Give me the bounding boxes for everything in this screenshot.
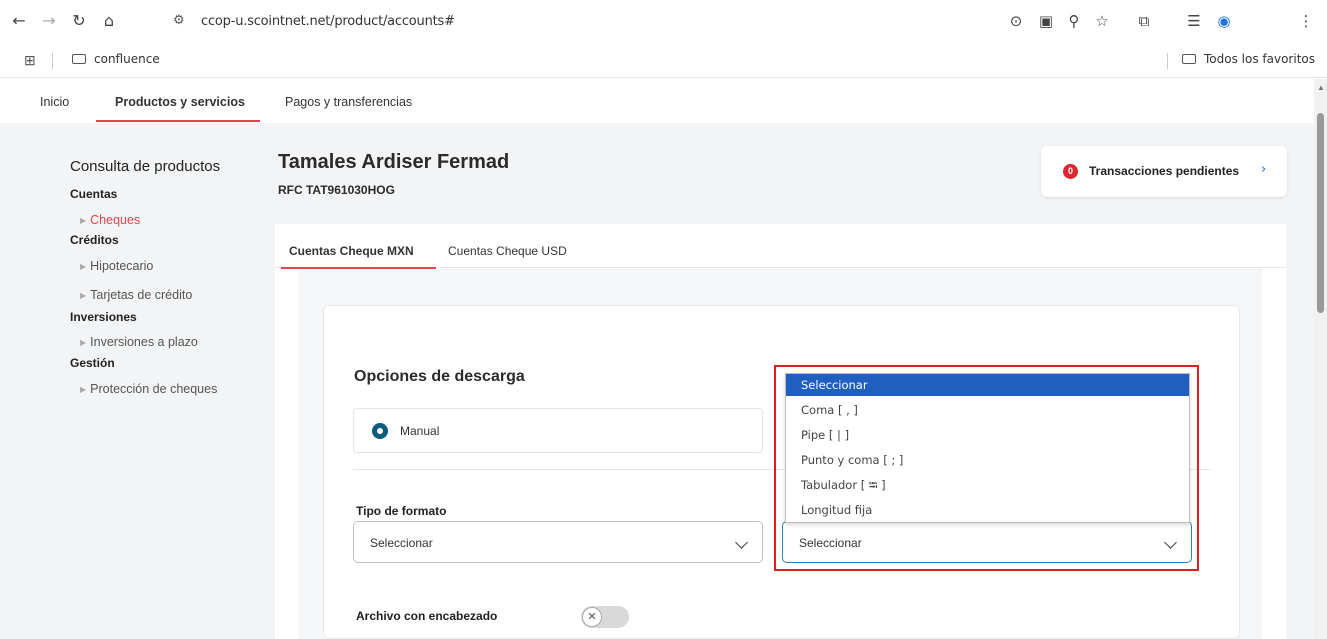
page-scrollbar[interactable]: ▲ bbox=[1314, 79, 1327, 639]
annotation-highlight-frame bbox=[774, 365, 1199, 571]
triangle-icon: ▶ bbox=[80, 338, 87, 347]
sidebar-item-label: Tarjetas de crédito bbox=[90, 288, 193, 302]
manual-radio[interactable] bbox=[372, 423, 388, 439]
bookmark-folder-confluence[interactable]: confluence bbox=[72, 52, 160, 66]
location-icon[interactable]: ⊙ bbox=[1005, 10, 1027, 32]
nav-inicio[interactable]: Inicio bbox=[40, 95, 69, 109]
zoom-icon[interactable]: ⚲ bbox=[1063, 10, 1085, 32]
triangle-icon: ▶ bbox=[80, 385, 87, 394]
sidebar-item-label: Inversiones a plazo bbox=[90, 335, 198, 349]
site-info-icon[interactable]: ⚙ bbox=[173, 13, 185, 28]
sidebar-group-inversiones: Inversiones bbox=[70, 310, 137, 324]
download-options-title: Opciones de descarga bbox=[354, 368, 525, 385]
home-icon[interactable]: ⌂ bbox=[98, 10, 120, 32]
reading-list-icon[interactable]: ☰ bbox=[1183, 10, 1205, 32]
url-text: ccop-u.scointnet.net/product/accounts# bbox=[201, 14, 455, 29]
scroll-up-icon[interactable]: ▲ bbox=[1317, 83, 1325, 92]
sidebar-item-cheques[interactable]: ▶ Cheques bbox=[80, 213, 140, 227]
format-type-label: Tipo de formato bbox=[356, 504, 447, 518]
bookmark-folder-label: confluence bbox=[94, 52, 160, 66]
forward-arrow-icon[interactable]: → bbox=[38, 10, 60, 32]
pending-transactions-button[interactable]: 0 Transacciones pendientes › bbox=[1041, 146, 1287, 197]
format-type-select[interactable]: Seleccionar bbox=[353, 521, 763, 563]
manual-option[interactable]: Manual bbox=[353, 408, 763, 453]
bookmarks-divider-right bbox=[1167, 53, 1168, 69]
apps-grid-icon[interactable]: ⊞ bbox=[24, 52, 36, 69]
triangle-icon: ▶ bbox=[80, 291, 87, 300]
account-tabs: Cuentas Cheque MXN Cuentas Cheque USD bbox=[275, 224, 1286, 269]
back-arrow-icon[interactable]: ← bbox=[8, 10, 30, 32]
bookmark-star-icon[interactable]: ☆ bbox=[1091, 10, 1113, 32]
bookmarks-divider bbox=[52, 53, 53, 69]
folder-icon bbox=[72, 54, 86, 64]
sidebar-item-label: Protección de cheques bbox=[90, 382, 218, 396]
chevron-right-icon: › bbox=[1261, 162, 1267, 177]
reload-icon[interactable]: ↻ bbox=[68, 10, 90, 32]
sidebar-item-tarjetas[interactable]: ▶ Tarjetas de crédito bbox=[80, 288, 192, 302]
triangle-icon: ▶ bbox=[80, 216, 87, 225]
all-bookmarks-folder[interactable]: Todos los favoritos bbox=[1182, 52, 1315, 66]
translate-icon[interactable]: ▣ bbox=[1035, 10, 1057, 32]
customer-name: Tamales Ardiser Fermad bbox=[278, 151, 510, 173]
top-navigation: Inicio Productos y servicios Pagos y tra… bbox=[0, 79, 1314, 123]
kebab-menu-icon[interactable]: ⋮ bbox=[1295, 10, 1317, 32]
sidebar-item-label: Cheques bbox=[90, 213, 141, 227]
file-header-label: Archivo con encabezado bbox=[356, 609, 498, 623]
browser-toolbar: ← → ↻ ⌂ ⚙ ccop-u.scointnet.net/product/a… bbox=[0, 0, 1327, 44]
format-type-value: Seleccionar bbox=[370, 536, 433, 550]
sidebar-group-cuentas: Cuentas bbox=[70, 187, 118, 201]
sidebar-item-inversiones-plazo[interactable]: ▶ Inversiones a plazo bbox=[80, 335, 198, 349]
customer-rfc: RFC TAT961030HOG bbox=[278, 183, 395, 197]
sidebar-item-proteccion-cheques[interactable]: ▶ Protección de cheques bbox=[80, 382, 217, 396]
scrollbar-thumb[interactable] bbox=[1317, 113, 1324, 313]
sidebar-group-gestion: Gestión bbox=[70, 356, 115, 370]
pending-count-badge: 0 bbox=[1063, 164, 1078, 179]
nav-productos-y-servicios[interactable]: Productos y servicios bbox=[115, 95, 245, 109]
bookmarks-bar: ⊞ confluence Todos los favoritos bbox=[0, 44, 1327, 78]
nav-pagos-y-transferencias[interactable]: Pagos y transferencias bbox=[285, 95, 412, 109]
folder-icon bbox=[1182, 54, 1196, 64]
nav-active-underline bbox=[96, 120, 260, 122]
sidebar-item-hipotecario[interactable]: ▶ Hipotecario bbox=[80, 259, 153, 273]
tab-cuentas-cheque-usd[interactable]: Cuentas Cheque USD bbox=[448, 244, 567, 258]
chevron-down-icon bbox=[735, 536, 748, 549]
address-bar[interactable]: ⚙ ccop-u.scointnet.net/product/accounts# bbox=[165, 6, 987, 38]
triangle-icon: ▶ bbox=[80, 262, 87, 271]
manual-label: Manual bbox=[400, 424, 440, 438]
sidebar-group-creditos: Créditos bbox=[70, 233, 119, 247]
profile-icon[interactable]: ◉ bbox=[1213, 10, 1235, 32]
tab-cuentas-cheque-mxn[interactable]: Cuentas Cheque MXN bbox=[289, 244, 414, 258]
all-bookmarks-label: Todos los favoritos bbox=[1204, 52, 1315, 66]
close-icon: ✕ bbox=[582, 607, 602, 627]
file-header-toggle[interactable]: ✕ bbox=[581, 606, 629, 628]
extensions-icon[interactable]: ⧉ bbox=[1133, 10, 1155, 32]
sidebar-title: Consulta de productos bbox=[70, 158, 221, 175]
pending-transactions-label: Transacciones pendientes bbox=[1089, 164, 1240, 178]
sidebar-item-label: Hipotecario bbox=[90, 259, 154, 273]
